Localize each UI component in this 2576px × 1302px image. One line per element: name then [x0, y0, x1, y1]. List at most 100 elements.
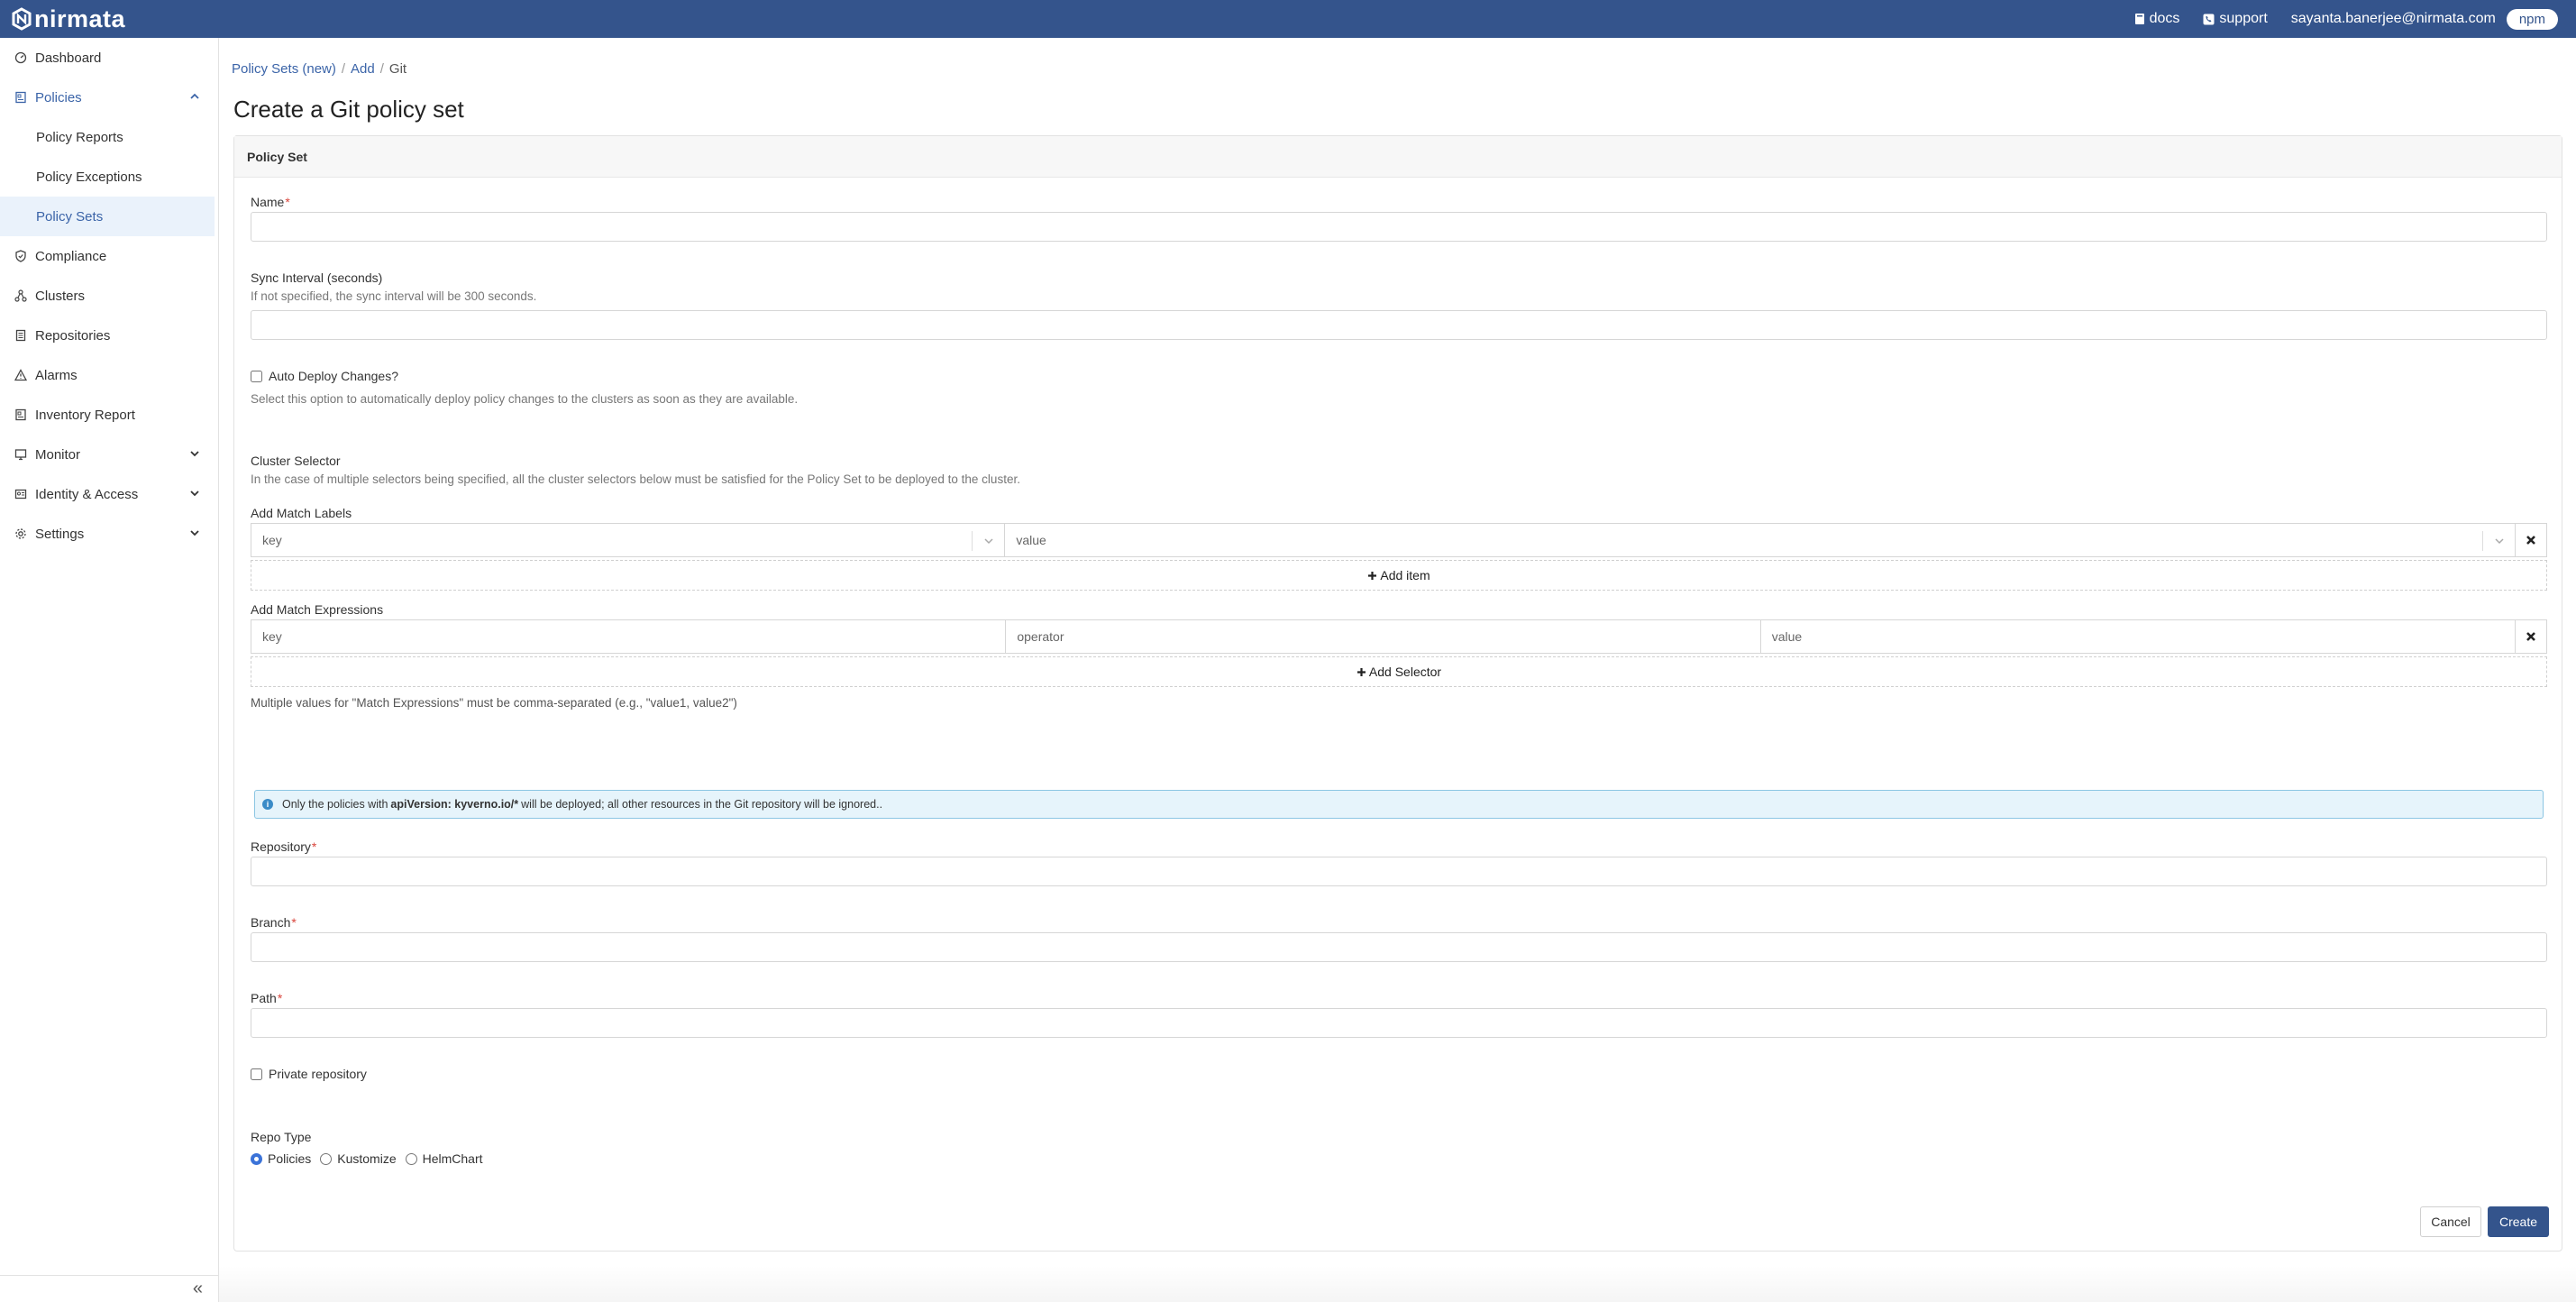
- sidebar-item-label: Monitor: [35, 446, 81, 463]
- match-label-key-placeholder: key: [262, 533, 282, 547]
- org-pill[interactable]: npm: [2506, 8, 2558, 30]
- private-repo-checkbox-row[interactable]: Private repository: [251, 1067, 367, 1081]
- alert-api-version: apiVersion: kyverno.io/*: [390, 798, 519, 811]
- repository-label-text: Repository: [251, 839, 311, 854]
- repo-type-radio-group: Policies Kustomize HelmChart: [251, 1151, 492, 1166]
- auto-deploy-checkbox[interactable]: [251, 370, 262, 382]
- breadcrumb-add[interactable]: Add: [351, 61, 375, 77]
- name-input[interactable]: [251, 212, 2547, 242]
- remove-match-expression-button[interactable]: [2516, 620, 2546, 653]
- sync-interval-help: If not specified, the sync interval will…: [251, 289, 537, 303]
- sidebar-item-clusters[interactable]: Clusters: [0, 276, 218, 316]
- auto-deploy-help: Select this option to automatically depl…: [251, 392, 799, 406]
- policies-icon: [14, 90, 28, 105]
- plus-icon: [1368, 571, 1377, 580]
- match-expr-operator-input[interactable]: operator: [1006, 620, 1761, 653]
- sidebar-item-label: Clusters: [35, 288, 86, 304]
- radio-unselected-icon: [320, 1152, 333, 1165]
- support-label: support: [2219, 11, 2268, 26]
- branch-input[interactable]: [251, 932, 2547, 962]
- repositories-icon: [14, 328, 28, 343]
- breadcrumb-separator: /: [379, 61, 384, 77]
- sidebar-item-policy-reports[interactable]: Policy Reports: [0, 117, 218, 157]
- main-content: Policy Sets (new) / Add / Git Create a G…: [219, 38, 2576, 1302]
- radio-selected-icon: [251, 1152, 262, 1165]
- kyverno-info-alert: i Only the policies with apiVersion: kyv…: [254, 790, 2544, 819]
- cluster-selector-help: In the case of multiple selectors being …: [251, 472, 1020, 486]
- breadcrumb-policy-sets[interactable]: Policy Sets (new): [232, 61, 336, 77]
- sidebar-item-settings[interactable]: Settings: [0, 514, 218, 554]
- support-link[interactable]: support: [2203, 11, 2268, 27]
- dashboard-icon: [14, 50, 28, 65]
- alert-suffix: will be deployed; all other resources in…: [521, 798, 883, 811]
- match-label-key-select[interactable]: key: [251, 524, 1006, 556]
- add-item-label: Add item: [1380, 568, 1430, 582]
- sidebar-item-policy-sets[interactable]: Policy Sets: [0, 197, 215, 236]
- inventory-icon: [14, 408, 28, 422]
- sidebar-item-label: Repositories: [35, 327, 111, 344]
- chevron-down-icon[interactable]: [2482, 531, 2515, 551]
- docs-label: docs: [2149, 11, 2180, 26]
- sidebar-item-compliance[interactable]: Compliance: [0, 236, 218, 276]
- name-label: Name*: [251, 195, 290, 209]
- match-expr-value-input[interactable]: value: [1761, 620, 2517, 653]
- monitor-icon: [14, 447, 28, 462]
- path-input[interactable]: [251, 1008, 2547, 1038]
- sidebar-item-monitor[interactable]: Monitor: [0, 435, 218, 474]
- add-item-button[interactable]: Add item: [251, 560, 2547, 591]
- match-expressions-row: key operator value: [251, 619, 2547, 654]
- path-label-text: Path: [251, 991, 277, 1005]
- gear-icon: [14, 527, 28, 541]
- repo-type-kustomize-radio[interactable]: Kustomize: [320, 1151, 397, 1166]
- chevron-down-icon[interactable]: [972, 531, 1004, 551]
- book-icon: [2134, 14, 2144, 24]
- sidebar-item-dashboard[interactable]: Dashboard: [0, 38, 218, 78]
- match-labels-label: Add Match Labels: [251, 506, 352, 520]
- sidebar-item-alarms[interactable]: Alarms: [0, 355, 218, 395]
- remove-match-label-button[interactable]: [2516, 524, 2546, 556]
- sidebar-item-label: Compliance: [35, 248, 107, 264]
- add-selector-button[interactable]: Add Selector: [251, 656, 2547, 687]
- sidebar-item-inventory-report[interactable]: Inventory Report: [0, 395, 218, 435]
- match-expressions-help: Multiple values for "Match Expressions" …: [251, 696, 737, 710]
- sidebar-item-policies[interactable]: Policies: [0, 78, 218, 117]
- auto-deploy-checkbox-row[interactable]: Auto Deploy Changes?: [251, 369, 398, 383]
- match-expr-key-input[interactable]: key: [251, 620, 1007, 653]
- repository-input[interactable]: [251, 857, 2547, 886]
- plus-icon: [1357, 667, 1366, 676]
- repo-type-label-kustomize: Kustomize: [337, 1151, 397, 1166]
- sync-interval-label: Sync Interval (seconds): [251, 270, 383, 285]
- match-labels-row: key value: [251, 523, 2547, 557]
- nirmata-logo-icon: [12, 7, 32, 31]
- alarm-icon: [14, 368, 28, 382]
- sidebar-item-label: Identity & Access: [35, 486, 139, 502]
- sidebar-item-policy-exceptions[interactable]: Policy Exceptions: [0, 157, 218, 197]
- sidebar-item-label: Alarms: [35, 367, 78, 383]
- add-selector-label: Add Selector: [1368, 665, 1442, 679]
- chevron-down-icon: [190, 491, 199, 497]
- required-mark: *: [285, 195, 290, 209]
- close-icon: [2526, 632, 2535, 641]
- repo-type-policies-radio[interactable]: Policies: [251, 1151, 311, 1166]
- brand-logo[interactable]: nirmata: [11, 5, 125, 33]
- sidebar-collapse-button[interactable]: «: [0, 1275, 219, 1302]
- user-email-label: sayanta.banerjee@nirmata.com: [2290, 11, 2496, 26]
- bottom-fade: [219, 1266, 2576, 1302]
- name-label-text: Name: [251, 195, 285, 209]
- cancel-button[interactable]: Cancel: [2420, 1206, 2481, 1237]
- repo-type-helmchart-radio[interactable]: HelmChart: [405, 1151, 483, 1166]
- sidebar-item-label: Settings: [35, 526, 85, 542]
- user-email[interactable]: sayanta.banerjee@nirmata.com: [2291, 11, 2496, 27]
- create-button[interactable]: Create: [2488, 1206, 2549, 1237]
- card-header: Policy Set: [234, 136, 2562, 178]
- private-repo-checkbox[interactable]: [251, 1068, 262, 1080]
- sidebar-item-repositories[interactable]: Repositories: [0, 316, 218, 355]
- brand-name: nirmata: [34, 5, 126, 32]
- match-label-value-select[interactable]: value: [1005, 524, 2517, 556]
- policy-set-card: Policy Set Name* Sync Interval (seconds)…: [233, 135, 2562, 1252]
- docs-link[interactable]: docs: [2134, 11, 2180, 27]
- chevron-up-icon: [190, 93, 199, 99]
- sync-interval-input[interactable]: [251, 310, 2547, 340]
- sidebar-item-identity-access[interactable]: Identity & Access: [0, 474, 218, 514]
- match-label-value-placeholder: value: [1016, 533, 1046, 547]
